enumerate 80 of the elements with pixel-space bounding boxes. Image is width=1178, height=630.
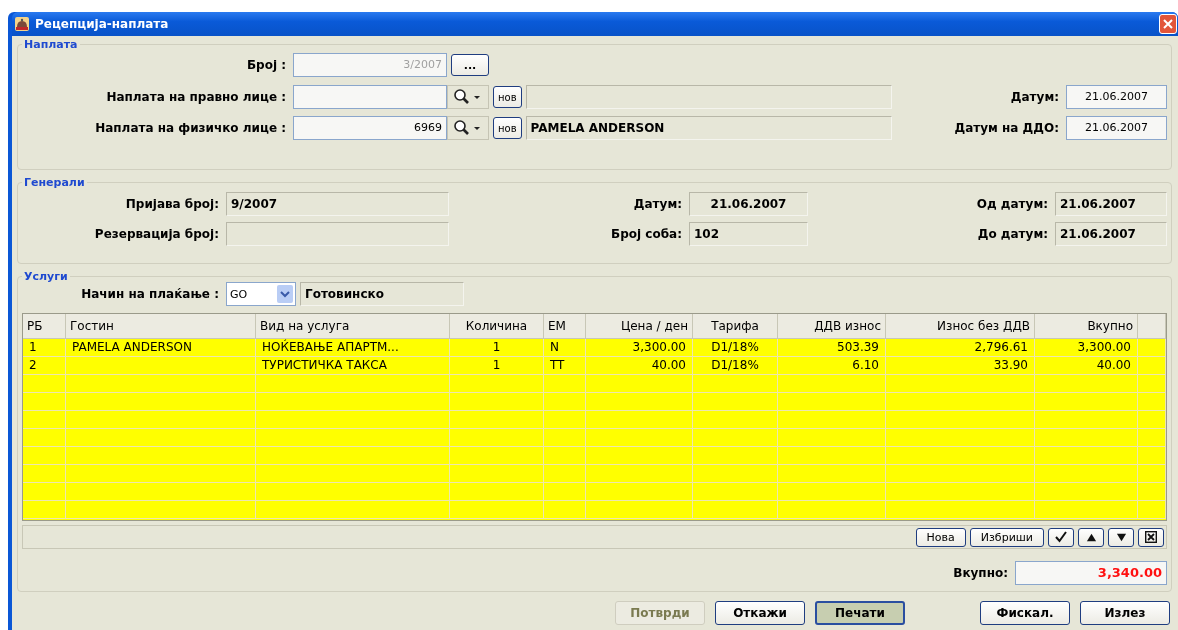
action-button[interactable]: Откажи [715,601,805,625]
field-label: Пријава број: [124,197,220,211]
date-field[interactable]: 21.06.2007 [1066,116,1167,140]
section-title: Наплата [23,38,79,51]
section-title: Услуги [23,270,69,283]
table-cell: D1/18% [711,340,759,354]
registration-field: 9/2007 [226,192,449,216]
column-header[interactable]: Количина [450,314,544,338]
table-cell: D1/18% [711,358,759,372]
table-cell: 40.00 [1096,358,1131,372]
field-label: Наплата на правно лице : [105,90,287,104]
column-header[interactable]: ДДВ износ [778,314,886,338]
table-cell: 503.39 [837,340,879,354]
close-button[interactable] [1159,14,1177,34]
table-cell: PAMELA ANDERSON [72,340,192,354]
input-field[interactable] [293,85,447,109]
close-icon [1163,19,1173,29]
boxed-x-icon [1145,531,1157,543]
table-cell: N [550,340,559,354]
window-title: Рецепција-наплата [35,17,169,31]
field-label: Начин на плаќање : [80,287,220,301]
column-header[interactable]: Износ без ДДВ [886,314,1035,338]
table-cell: НОЌЕВАЊЕ АПАРТМ... [262,340,399,354]
payment-method-name: Готовинско [300,282,464,306]
table-cell: 3,300.00 [1077,340,1131,354]
action-button[interactable]: Печати [815,601,905,625]
column-header[interactable]: Вкупно [1035,314,1138,338]
field-label: Број соба: [610,227,683,241]
field-label: Датум на ДДО: [954,121,1060,135]
new-button[interactable]: нов [493,117,522,139]
date-field: 21.06.2007 [1055,192,1167,216]
date-field: 21.06.2007 [1055,222,1167,246]
delete-button[interactable] [1138,527,1164,547]
move-down-button[interactable] [1108,527,1134,547]
column-header[interactable]: ЕМ [544,314,586,338]
table-cell: 3,300.00 [632,340,686,354]
toolbar-button[interactable]: Нова [915,527,966,547]
table-cell: 1 [492,340,501,354]
section-title: Генерали [23,176,86,189]
new-button[interactable]: нов [493,86,522,108]
column-header[interactable]: Цена / ден [586,314,693,338]
down-triangle-icon [1115,531,1127,543]
name-field: PAMELA ANDERSON [525,116,892,140]
table-cell: TT [550,358,565,372]
field-label: Датум: [1010,90,1060,104]
room-field: 102 [689,222,808,246]
date-field[interactable]: 21.06.2007 [1066,85,1167,109]
table-cell: 33.90 [993,358,1028,372]
field-label: Резервација број: [93,227,220,241]
table-cell: 2 [29,358,37,372]
table-cell: 6.10 [852,358,879,372]
column-header[interactable]: Гостин [66,314,256,338]
input-field[interactable]: 6969 [293,116,447,140]
table-cell: 1 [29,340,37,354]
payment-method-dropdown[interactable]: GO [226,282,296,306]
field-label: Датум: [632,197,683,211]
confirm-button[interactable] [1048,527,1074,547]
table-cell: ТУРИСТИЧКА ТАКСА [262,358,387,372]
column-header[interactable]: Вид на услуга [256,314,450,338]
table-cell: 1 [492,358,501,372]
total-field: 3,340.00 [1015,561,1167,585]
column-header[interactable]: РБ [23,314,66,338]
field-label: До датум: [977,227,1049,241]
column-header[interactable]: Тарифа [693,314,778,338]
toolbar-button[interactable]: Избриши [969,527,1044,547]
search-button[interactable] [447,85,489,109]
field-label: Број : [245,58,287,72]
check-icon [1055,531,1067,543]
search-button[interactable] [447,116,489,140]
table-cell: 2,796.61 [974,340,1028,354]
bell-icon [14,16,30,32]
field-label: Наплата на физичко лице : [94,121,287,135]
action-button[interactable]: Фискал. [980,601,1070,625]
total-label: Вкупно: [953,566,1009,580]
date-field: 21.06.2007 [689,192,808,216]
field-label: Од датум: [976,197,1049,211]
table-cell: 40.00 [651,358,686,372]
move-up-button[interactable] [1078,527,1104,547]
action-button[interactable]: Излез [1080,601,1170,625]
up-triangle-icon [1085,531,1097,543]
